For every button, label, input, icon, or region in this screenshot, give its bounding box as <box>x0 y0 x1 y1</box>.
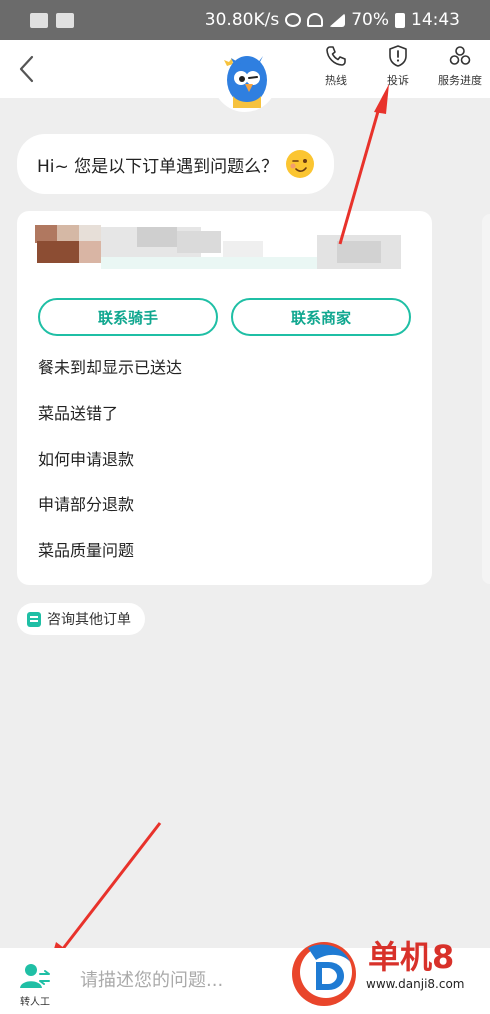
clock: 14:43 <box>411 10 460 30</box>
image-icon <box>56 12 74 28</box>
back-button[interactable] <box>14 52 40 86</box>
shield-alert-icon <box>389 45 407 67</box>
contact-merchant-label: 联系商家 <box>290 308 351 327</box>
question-item[interactable]: 餐未到却显示已送达 <box>38 354 182 378</box>
human-agent-button[interactable]: 转人工 <box>14 962 56 1008</box>
hotline-button[interactable]: 热线 <box>318 44 354 88</box>
human-agent-label: 转人工 <box>20 997 50 1008</box>
battery-percent: 70% <box>351 10 389 30</box>
question-item[interactable]: 如何申请退款 <box>38 446 134 470</box>
bird-mascot-icon <box>224 56 267 108</box>
signal-icon <box>329 13 346 27</box>
human-agent-icon <box>20 964 50 988</box>
other-orders-chip[interactable]: 咨询其他订单 <box>17 603 145 635</box>
other-orders-label: 咨询其他订单 <box>47 612 131 628</box>
status-bar: 30.80K/s 70% 14:43 <box>0 0 490 40</box>
wifi-icon <box>307 13 324 27</box>
battery-icon <box>395 12 405 28</box>
watermark-title: 单机8 <box>368 938 455 976</box>
contact-rider-button[interactable]: 联系骑手 <box>38 298 218 336</box>
order-card: 联系骑手 联系商家 餐未到却显示已送达 菜品送错了 如何申请退款 申请部分退款 … <box>17 211 432 585</box>
next-card-edge <box>482 214 490 584</box>
service-progress-label: 服务进度 <box>438 74 482 87</box>
service-progress-button[interactable]: 服务进度 <box>432 44 488 88</box>
hotline-label: 热线 <box>325 74 347 87</box>
watermark-url: www.danji8.com <box>366 977 465 991</box>
question-item[interactable]: 申请部分退款 <box>38 491 134 515</box>
folder-icon <box>30 12 48 28</box>
complain-button[interactable]: 投诉 <box>380 44 416 88</box>
progress-nodes-icon <box>449 46 471 65</box>
question-item[interactable]: 菜品送错了 <box>38 400 118 424</box>
danji8-logo-icon <box>292 942 356 1006</box>
contact-merchant-button[interactable]: 联系商家 <box>231 298 411 336</box>
greeting-bubble: Hi~ 您是以下订单遇到问题么？ <box>17 134 334 194</box>
chevron-left-icon <box>19 55 34 83</box>
complain-label: 投诉 <box>387 74 409 87</box>
watermark: 单机8 www.danji8.com <box>288 932 488 1012</box>
question-input[interactable] <box>80 964 280 996</box>
contact-rider-label: 联系骑手 <box>97 308 158 327</box>
bot-avatar <box>213 48 277 112</box>
network-speed: 30.80K/s <box>204 10 280 30</box>
wink-emoji-icon <box>286 150 315 178</box>
greeting-text: Hi~ 您是以下订单遇到问题么？ <box>37 156 279 177</box>
phone-icon <box>326 46 346 66</box>
question-item[interactable]: 菜品质量问题 <box>38 537 134 561</box>
alarm-icon <box>285 13 302 27</box>
document-icon <box>27 611 41 627</box>
